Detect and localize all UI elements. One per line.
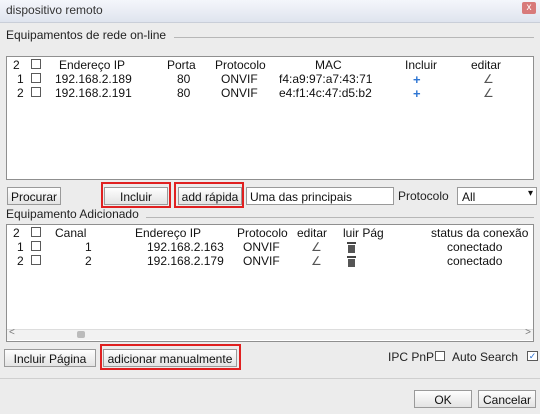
status-header: status da conexão — [431, 226, 529, 240]
row-number: 2 — [17, 254, 24, 268]
scroll-right-icon[interactable]: > — [525, 327, 531, 338]
protocol-header: Protocolo — [215, 58, 266, 72]
edit-header: editar — [297, 226, 328, 240]
row-protocol: ONVIF — [243, 254, 280, 268]
include-highlight — [101, 182, 171, 208]
divider — [0, 378, 540, 379]
row-mac: e4:f1:4c:47:d5:b2 — [279, 86, 372, 100]
ipc-pnp-label: IPC PnP — [388, 350, 435, 364]
trash-icon[interactable] — [347, 256, 356, 267]
row-status: conectado — [447, 240, 503, 254]
row-protocol: ONVIF — [221, 86, 258, 100]
table-header: 2 Endereço IP Porta Protocolo MAC Inclui… — [7, 58, 533, 73]
table-header: 2 Canal Endereço IP Protocolo editar lui… — [7, 226, 533, 241]
select-all-checkbox[interactable] — [31, 59, 41, 69]
protocol-select[interactable]: All ▾ — [457, 187, 537, 205]
ok-button[interactable]: OK — [414, 390, 472, 408]
row-port: 80 — [177, 72, 191, 86]
select-all-checkbox[interactable] — [31, 227, 41, 237]
window-title: dispositivo remoto — [6, 3, 103, 17]
added-group-title: Equipamento Adicionado — [6, 207, 139, 221]
chevron-down-icon: ▾ — [527, 188, 533, 199]
row-ip: 192.168.2.179 — [147, 254, 224, 268]
protocol-label: Protocolo — [398, 189, 449, 203]
title-bar: dispositivo remoto x — [0, 0, 540, 23]
edit-icon[interactable]: ∠ — [483, 86, 494, 100]
scroll-thumb[interactable] — [77, 331, 85, 338]
add-manually-highlight — [100, 344, 241, 370]
mac-header: MAC — [315, 58, 342, 72]
row-protocol: ONVIF — [243, 240, 280, 254]
port-header: Porta — [167, 58, 196, 72]
close-icon[interactable]: x — [522, 2, 536, 14]
row-number: 1 — [17, 240, 24, 254]
plus-icon[interactable]: + — [413, 72, 421, 87]
table-row[interactable]: 2 2 192.168.2.179 ONVIF ∠ conectado — [7, 254, 533, 269]
edit-icon[interactable]: ∠ — [311, 254, 322, 268]
protocol-header: Protocolo — [237, 226, 288, 240]
row-ip: 192.168.2.191 — [55, 86, 132, 100]
note-field[interactable]: Uma das principais mudanç — [246, 187, 394, 205]
include-page-button[interactable]: Incluir Página — [4, 349, 96, 367]
ip-header: Endereço IP — [135, 226, 202, 240]
count-header: 2 — [13, 58, 20, 72]
scroll-left-icon[interactable]: < — [9, 327, 15, 338]
cancel-button[interactable]: Cancelar — [478, 390, 536, 408]
row-status: conectado — [447, 254, 503, 268]
row-ip: 192.168.2.189 — [55, 72, 132, 86]
channel-header: Canal — [55, 226, 87, 240]
row-checkbox[interactable] — [31, 73, 41, 83]
row-number: 2 — [17, 86, 24, 100]
row-port: 80 — [177, 86, 191, 100]
divider — [146, 217, 534, 218]
include-header: Incluir — [405, 58, 438, 72]
row-mac: f4:a9:97:a7:43:71 — [279, 72, 373, 86]
auto-search-label: Auto Search — [452, 350, 519, 364]
row-checkbox[interactable] — [31, 241, 41, 251]
quick-add-highlight — [174, 182, 244, 208]
protocol-value: All — [462, 190, 476, 204]
horizontal-scrollbar[interactable]: < > — [7, 327, 533, 340]
ipc-pnp-checkbox[interactable] — [435, 351, 445, 361]
edit-icon[interactable]: ∠ — [483, 72, 494, 86]
count-header: 2 — [13, 226, 20, 240]
table-row[interactable]: 1 192.168.2.189 80 ONVIF f4:a9:97:a7:43:… — [7, 72, 533, 87]
row-channel: 2 — [85, 254, 92, 268]
network-devices-table[interactable]: 2 Endereço IP Porta Protocolo MAC Inclui… — [6, 56, 534, 180]
search-button[interactable]: Procurar — [7, 187, 61, 205]
row-protocol: ONVIF — [221, 72, 258, 86]
plus-icon[interactable]: + — [413, 86, 421, 101]
ip-header: Endereço IP — [59, 58, 126, 72]
divider — [174, 37, 534, 38]
added-devices-table[interactable]: 2 Canal Endereço IP Protocolo editar lui… — [6, 224, 534, 342]
network-group-title: Equipamentos de rede on-line — [6, 28, 167, 42]
edit-icon[interactable]: ∠ — [311, 240, 322, 254]
table-row[interactable]: 1 1 192.168.2.163 ONVIF ∠ conectado — [7, 240, 533, 255]
edit-header: editar — [471, 58, 502, 72]
table-row[interactable]: 2 192.168.2.191 80 ONVIF e4:f1:4c:47:d5:… — [7, 86, 533, 101]
row-ip: 192.168.2.163 — [147, 240, 224, 254]
row-channel: 1 — [85, 240, 92, 254]
row-checkbox[interactable] — [31, 255, 41, 265]
trash-icon[interactable] — [347, 242, 356, 253]
row-number: 1 — [17, 72, 24, 86]
auto-search-checkbox[interactable]: ✓ — [527, 351, 538, 361]
row-checkbox[interactable] — [31, 87, 41, 97]
page-header: luir Pág — [343, 226, 384, 240]
